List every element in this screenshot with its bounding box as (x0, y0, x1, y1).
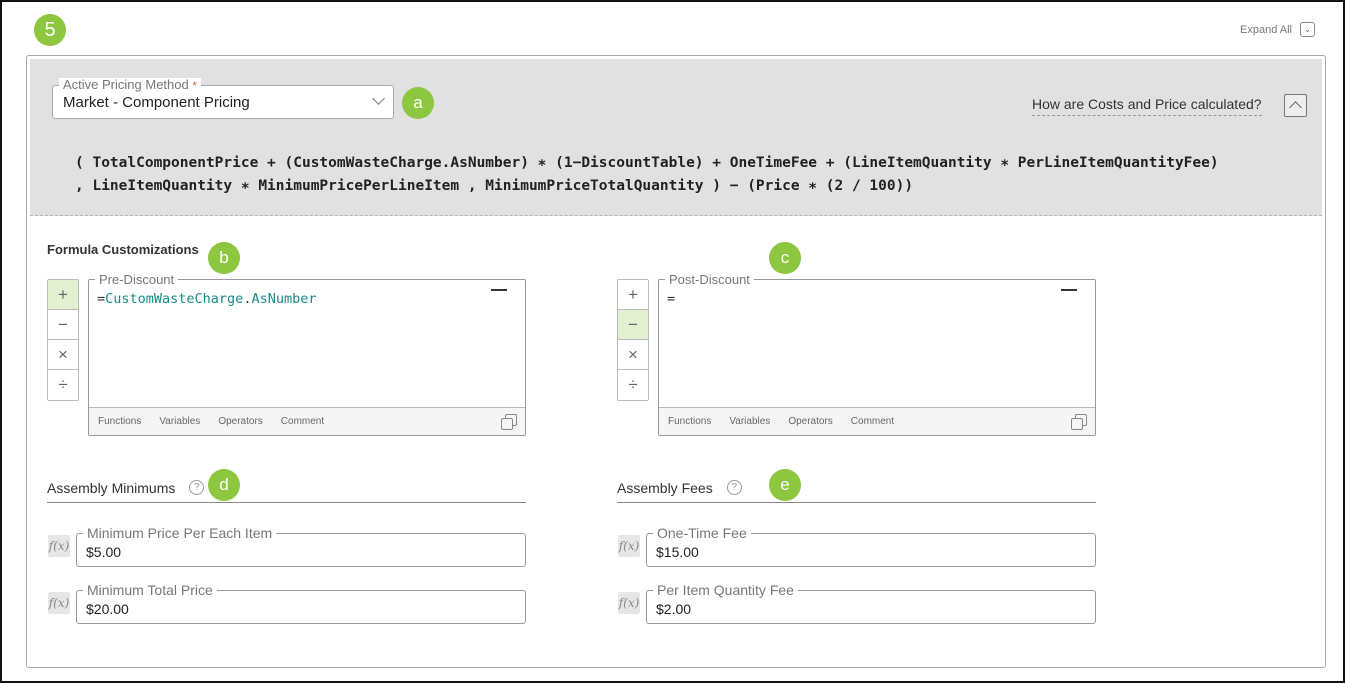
marker-c: c (769, 242, 801, 274)
formula-customizations-title: Formula Customizations (47, 242, 199, 257)
copy-icon[interactable] (501, 414, 517, 430)
operator-plus-button[interactable]: + (618, 280, 648, 310)
post-discount-editor[interactable]: Post-Discount = Functions Variables Oper… (658, 273, 1096, 436)
comment-tab[interactable]: Comment (851, 416, 894, 427)
minimize-icon[interactable] (1061, 289, 1077, 291)
operators-tab[interactable]: Operators (218, 416, 262, 427)
operator-multiply-button[interactable]: × (618, 340, 648, 370)
pricing-method-label-text: Active Pricing Method (63, 77, 189, 92)
one-time-fee-field[interactable]: One-Time Fee $15.00 (646, 526, 1096, 567)
function-icon[interactable]: f(x) (48, 535, 70, 557)
required-mark: * (192, 80, 197, 92)
pricing-panel: Market - Component Pricing Active Pricin… (26, 55, 1326, 668)
pricing-method-value: Market - Component Pricing (63, 94, 250, 111)
page-frame: 5 Expand All ⌄ Market - Component Pricin… (0, 0, 1345, 683)
operator-minus-button[interactable]: − (618, 310, 648, 340)
operators-tab[interactable]: Operators (788, 416, 832, 427)
field-label: Minimum Price Per Each Item (83, 526, 277, 540)
code-token: CustomWasteCharge (105, 291, 244, 307)
operator-divide-button[interactable]: ÷ (48, 370, 78, 400)
operator-multiply-button[interactable]: × (48, 340, 78, 370)
expand-all-label[interactable]: Expand All (1240, 24, 1292, 36)
comment-tab[interactable]: Comment (281, 416, 324, 427)
help-icon[interactable]: ? (189, 480, 205, 495)
functions-tab[interactable]: Functions (98, 416, 141, 427)
field-value[interactable]: $20.00 (86, 601, 129, 617)
minimum-price-per-item-field[interactable]: Minimum Price Per Each Item $5.00 (76, 526, 526, 567)
formula-line-1: ( TotalComponentPrice + (CustomWasteChar… (75, 155, 1219, 171)
per-item-quantity-fee-field[interactable]: Per Item Quantity Fee $2.00 (646, 583, 1096, 624)
function-icon[interactable]: f(x) (618, 592, 640, 614)
expand-all-icon[interactable]: ⌄ (1300, 22, 1315, 37)
assembly-minimums-title: Assembly Minimums (47, 479, 176, 496)
pricing-formula: ( TotalComponentPrice + (CustomWasteChar… (75, 152, 1219, 198)
code-token: AsNumber (251, 291, 317, 307)
pre-discount-editor[interactable]: Pre-Discount =CustomWasteCharge.AsNumber… (88, 273, 526, 436)
variables-tab[interactable]: Variables (729, 416, 770, 427)
field-value[interactable]: $5.00 (86, 544, 121, 560)
function-icon[interactable]: f(x) (48, 592, 70, 614)
pricing-method-select[interactable]: Market - Component Pricing Active Pricin… (52, 78, 394, 119)
code-prefix: = (97, 291, 106, 307)
pre-discount-code[interactable]: =CustomWasteCharge.AsNumber (97, 291, 316, 307)
minimum-total-price-field[interactable]: Minimum Total Price $20.00 (76, 583, 526, 624)
editor-toolbar: Functions Variables Operators Comment (89, 407, 525, 435)
function-icon[interactable]: f(x) (618, 535, 640, 557)
pre-discount-label: Pre-Discount (95, 273, 179, 286)
pre-discount-operator-bar: + − × ÷ (47, 279, 79, 401)
pricing-method-section: Market - Component Pricing Active Pricin… (30, 59, 1322, 216)
post-discount-label: Post-Discount (665, 273, 754, 286)
operator-divide-button[interactable]: ÷ (618, 370, 648, 400)
minimize-icon[interactable] (491, 289, 507, 291)
marker-b: b (208, 242, 240, 274)
field-label: One-Time Fee (653, 526, 751, 540)
assembly-minimums-heading: Assembly Minimums ? (47, 475, 526, 503)
assembly-fees-heading: Assembly Fees ? (617, 475, 1096, 503)
marker-a: a (402, 87, 434, 119)
editor-toolbar: Functions Variables Operators Comment (659, 407, 1095, 435)
marker-e: e (769, 469, 801, 501)
pricing-method-label: Active Pricing Method * (59, 78, 201, 93)
post-discount-operator-bar: + − × ÷ (617, 279, 649, 401)
variables-tab[interactable]: Variables (159, 416, 200, 427)
step-number-badge: 5 (34, 14, 66, 46)
expand-all-control[interactable]: Expand All ⌄ (1240, 22, 1315, 37)
field-label: Per Item Quantity Fee (653, 583, 798, 597)
operator-minus-button[interactable]: − (48, 310, 78, 340)
field-label: Minimum Total Price (83, 583, 217, 597)
chevron-down-icon[interactable] (372, 92, 385, 105)
help-icon[interactable]: ? (726, 480, 742, 495)
operator-plus-button[interactable]: + (48, 280, 78, 310)
collapse-section-button[interactable] (1284, 94, 1307, 117)
field-value[interactable]: $2.00 (656, 601, 691, 617)
formula-line-2: , LineItemQuantity ∗ MinimumPricePerLine… (75, 178, 914, 194)
post-discount-code[interactable]: = (667, 291, 675, 307)
marker-d: d (208, 469, 240, 501)
copy-icon[interactable] (1071, 414, 1087, 430)
assembly-fees-title: Assembly Fees (617, 479, 713, 496)
field-value[interactable]: $15.00 (656, 544, 699, 560)
costs-help-link[interactable]: How are Costs and Price calculated? (1032, 96, 1262, 116)
functions-tab[interactable]: Functions (668, 416, 711, 427)
code-prefix: = (667, 291, 676, 307)
